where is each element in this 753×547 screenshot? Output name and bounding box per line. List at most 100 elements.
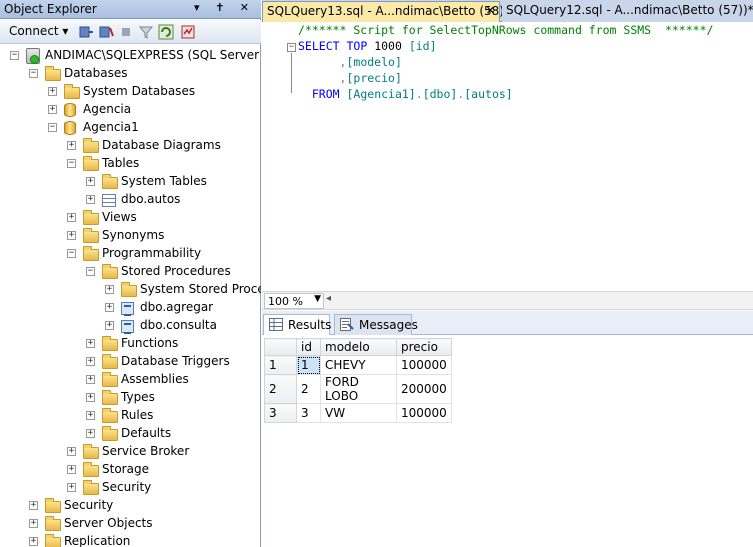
tree-node[interactable]: + System Tables (0, 173, 261, 191)
tree-node[interactable]: − Stored Procedures (0, 263, 261, 281)
results-grid[interactable]: id modelo precio 1 1 CHEVY 100000 2 2 FO… (264, 338, 452, 423)
expand-icon[interactable]: + (67, 231, 76, 240)
folder-icon (83, 246, 99, 261)
tree-node[interactable]: + Service Broker (0, 443, 261, 461)
tab-messages[interactable]: Messages (334, 314, 418, 335)
tree-node[interactable]: + System Stored Proce (0, 281, 261, 299)
tree-node[interactable]: + Functions (0, 335, 261, 353)
expand-icon[interactable]: + (86, 339, 95, 348)
cell-modelo[interactable]: CHEVY (320, 355, 397, 375)
scroll-left-arrow-icon[interactable]: ◂ (326, 293, 331, 304)
expand-icon[interactable]: + (48, 105, 57, 114)
expand-icon[interactable]: + (86, 429, 95, 438)
disconnect-icon[interactable] (98, 24, 114, 40)
tree-node[interactable]: + dbo.consulta (0, 317, 261, 335)
tab-sqlquery12[interactable]: SQLQuery12.sql - A...ndimac\Betto (57))* (502, 1, 753, 22)
cell-precio[interactable]: 100000 (396, 355, 452, 375)
tree-node[interactable]: + Types (0, 389, 261, 407)
code-line[interactable]: ,[modelo] (298, 55, 402, 71)
expand-icon[interactable]: + (67, 141, 76, 150)
tree-node[interactable]: − ANDIMAC\SQLEXPRESS (SQL Server 10. (0, 47, 261, 65)
close-icon[interactable]: ✕ (486, 4, 495, 17)
expand-icon[interactable]: + (105, 321, 114, 330)
tree-node[interactable]: − Databases (0, 65, 261, 83)
collapse-icon[interactable]: − (67, 249, 76, 258)
tree-node-label: Types (121, 390, 155, 404)
cell-modelo[interactable]: FORD LOBO (320, 374, 397, 404)
expand-icon[interactable]: + (29, 537, 38, 546)
tree-node[interactable]: + Database Diagrams (0, 137, 261, 155)
column-header-modelo[interactable]: modelo (320, 338, 397, 356)
tree-node[interactable]: + Security (0, 479, 261, 497)
activity-monitor-icon[interactable] (180, 24, 196, 40)
tree-node[interactable]: + Replication (0, 533, 261, 547)
tree-node[interactable]: + Defaults (0, 425, 261, 443)
expand-icon[interactable]: + (105, 285, 114, 294)
expand-icon[interactable]: + (48, 87, 57, 96)
stop-icon[interactable] (118, 24, 134, 40)
expand-icon[interactable]: + (86, 357, 95, 366)
column-header-id[interactable]: id (296, 338, 321, 356)
tree-node[interactable]: + Server Objects (0, 515, 261, 533)
expand-icon[interactable]: + (67, 483, 76, 492)
tree-node[interactable]: + Storage (0, 461, 261, 479)
connect-dropdown[interactable]: Connect ▾ (9, 24, 68, 38)
tab-sqlquery13[interactable]: SQLQuery13.sql - A...ndimac\Betto (58)) … (262, 1, 509, 22)
expand-icon[interactable]: + (29, 519, 38, 528)
row-number[interactable]: 2 (264, 374, 297, 404)
panel-window-buttons[interactable]: ▾ ✝ ✕ (194, 1, 255, 14)
tree-node[interactable]: + System Databases (0, 83, 261, 101)
code-line[interactable]: ,[precio] (298, 71, 402, 87)
collapse-icon[interactable]: − (86, 267, 95, 276)
cell-id[interactable]: 3 (296, 403, 321, 423)
code-line[interactable]: FROM [Agencia1].[dbo].[autos] (298, 87, 513, 103)
expand-icon[interactable]: + (29, 501, 38, 510)
filter-icon[interactable] (138, 24, 154, 40)
tree-node[interactable]: + Views (0, 209, 261, 227)
expand-icon[interactable]: + (67, 465, 76, 474)
table-row[interactable]: 2 2 FORD LOBO 200000 (264, 374, 452, 404)
cell-id[interactable]: 2 (296, 374, 321, 404)
collapse-region-icon[interactable]: − (287, 43, 296, 52)
expand-icon[interactable]: + (67, 213, 76, 222)
cell-modelo[interactable]: VW (320, 403, 397, 423)
expand-icon[interactable]: + (86, 177, 95, 186)
row-number[interactable]: 3 (264, 403, 297, 423)
query-editor[interactable]: − /****** Script for SelectTopNRows comm… (262, 23, 753, 291)
expand-icon[interactable]: + (105, 303, 114, 312)
code-line[interactable]: /****** Script for SelectTopNRows comman… (298, 23, 713, 39)
tree-node[interactable]: + dbo.agregar (0, 299, 261, 317)
tree-node[interactable]: + Agencia (0, 101, 261, 119)
cell-precio[interactable]: 100000 (396, 403, 452, 423)
tree-node[interactable]: + Security (0, 497, 261, 515)
tree-node[interactable]: − Programmability (0, 245, 261, 263)
table-row[interactable]: 3 3 VW 100000 (264, 403, 452, 423)
tree-node[interactable]: + Synonyms (0, 227, 261, 245)
column-header-precio[interactable]: precio (396, 338, 452, 356)
tree-node[interactable]: − Agencia1 (0, 119, 261, 137)
expand-icon[interactable]: + (86, 411, 95, 420)
table-row[interactable]: 1 1 CHEVY 100000 (264, 355, 452, 375)
code-line[interactable]: SELECT TOP 1000 [id] (298, 39, 437, 55)
tree-node[interactable]: + Database Triggers (0, 353, 261, 371)
collapse-icon[interactable]: − (67, 159, 76, 168)
tree-node[interactable]: + dbo.autos (0, 191, 261, 209)
collapse-icon[interactable]: − (29, 69, 38, 78)
expand-icon[interactable]: + (86, 195, 95, 204)
expand-icon[interactable]: + (86, 375, 95, 384)
refresh-icon[interactable] (158, 24, 174, 40)
collapse-icon[interactable]: − (48, 123, 57, 132)
cell-precio[interactable]: 200000 (396, 374, 452, 404)
tree-node[interactable]: + Assemblies (0, 371, 261, 389)
tree-node[interactable]: − Tables (0, 155, 261, 173)
collapse-icon[interactable]: − (10, 51, 19, 60)
row-number[interactable]: 1 (264, 355, 297, 375)
expand-icon[interactable]: + (86, 393, 95, 402)
tree-node[interactable]: + Rules (0, 407, 261, 425)
cell-id[interactable]: 1 (296, 355, 321, 375)
connect-object-explorer-icon[interactable] (78, 24, 94, 40)
expand-icon[interactable]: + (67, 447, 76, 456)
zoom-dropdown[interactable]: 100 % ▼ (264, 293, 324, 309)
tab-results[interactable]: Results (263, 314, 331, 335)
folder-icon (83, 462, 99, 477)
